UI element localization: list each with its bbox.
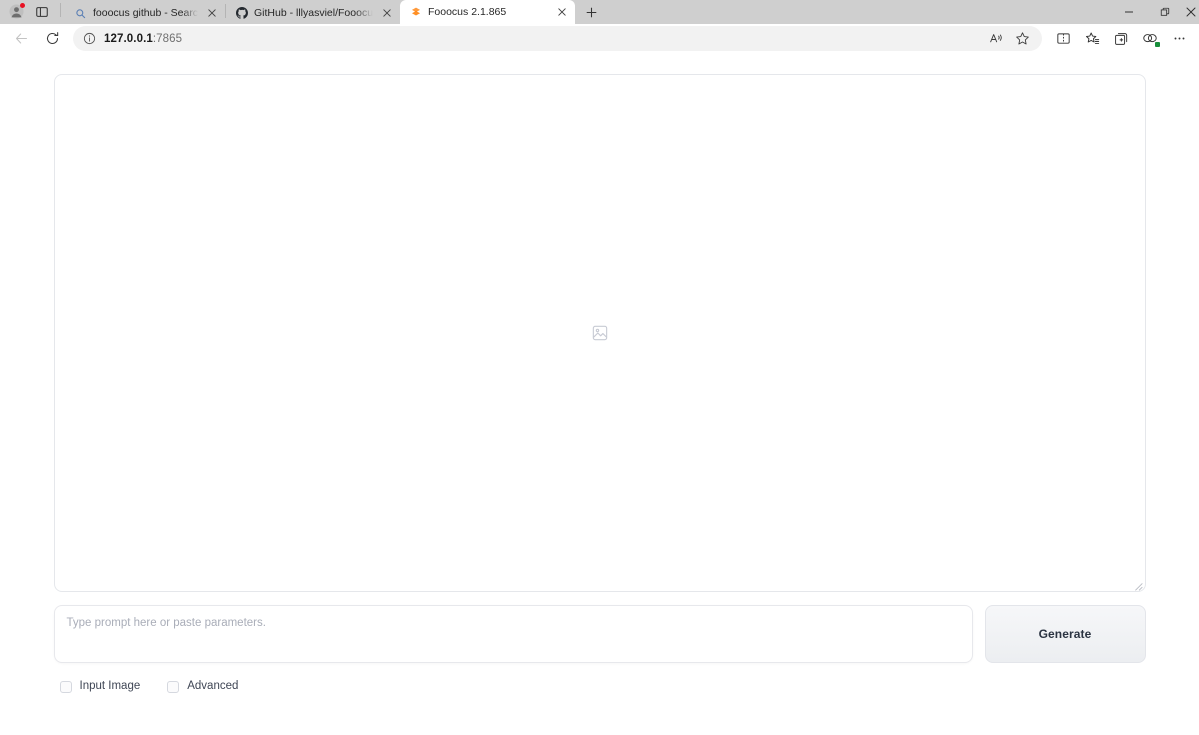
- browser-toolbar: [1049, 26, 1193, 51]
- resize-handle-icon[interactable]: [1132, 578, 1143, 591]
- tab-list: fooocus github - Search GitHub - lllyasv…: [65, 0, 604, 24]
- tab-title: Fooocus 2.1.865: [428, 5, 507, 18]
- image-placeholder-icon: [591, 324, 609, 342]
- close-window-button[interactable]: [1183, 0, 1199, 24]
- tab-title: GitHub - lllyasviel/Fooocus: Focu: [254, 6, 373, 19]
- minimize-button[interactable]: [1111, 0, 1147, 24]
- restore-button[interactable]: [1147, 0, 1183, 24]
- refresh-button[interactable]: [37, 26, 67, 51]
- page-viewport: Type prompt here or paste parameters. Ge…: [0, 53, 1199, 735]
- url-port: :7865: [152, 32, 183, 45]
- generate-button[interactable]: Generate: [984, 605, 1146, 663]
- close-icon[interactable]: [204, 6, 219, 21]
- window-controls: [1111, 0, 1199, 24]
- browser-tab-fooocus[interactable]: Fooocus 2.1.865: [400, 0, 575, 24]
- gradio-container: Type prompt here or paste parameters. Ge…: [53, 74, 1146, 735]
- split-screen-icon[interactable]: [1049, 26, 1077, 51]
- gradio-icon: [409, 6, 422, 19]
- browser-window: fooocus github - Search GitHub - lllyasv…: [0, 0, 1199, 735]
- profile-avatar[interactable]: [4, 1, 28, 23]
- prompt-placeholder: Type prompt here or paste parameters.: [66, 617, 266, 629]
- favorites-icon[interactable]: [1078, 26, 1106, 51]
- checkbox-input-image[interactable]: Input Image: [59, 680, 141, 693]
- notification-dot: [20, 2, 25, 8]
- checkbox-advanced[interactable]: Advanced: [167, 680, 238, 693]
- url-text: 127.0.0.1:7865: [104, 33, 977, 45]
- fooocus-app: Type prompt here or paste parameters. Ge…: [0, 53, 1199, 735]
- back-button[interactable]: [6, 26, 36, 51]
- prompt-row: Type prompt here or paste parameters. Ge…: [53, 605, 1146, 663]
- info-circle-icon[interactable]: [82, 31, 97, 46]
- bing-search-icon: [74, 7, 87, 20]
- copilot-status-badge: [1154, 41, 1161, 48]
- close-icon[interactable]: [379, 6, 394, 21]
- checkbox-label: Advanced: [187, 680, 239, 692]
- browser-tab-search[interactable]: fooocus github - Search: [65, 2, 225, 24]
- checkbox-box[interactable]: [167, 680, 180, 693]
- vertical-tabs-icon[interactable]: [30, 1, 54, 23]
- omnibox-actions: [984, 28, 1034, 50]
- collections-icon[interactable]: [1107, 26, 1135, 51]
- github-icon: [235, 7, 248, 20]
- favorite-star-icon[interactable]: [1010, 28, 1034, 50]
- tabstrip-left-controls: [4, 0, 65, 24]
- settings-more-icon[interactable]: [1165, 26, 1193, 51]
- checkbox-box[interactable]: [59, 680, 72, 693]
- read-aloud-icon[interactable]: [984, 28, 1008, 50]
- tabstrip-divider: [60, 3, 61, 17]
- tab-strip: fooocus github - Search GitHub - lllyasv…: [0, 0, 1199, 24]
- tab-title: fooocus github - Search: [93, 6, 198, 19]
- new-tab-button[interactable]: [578, 1, 604, 23]
- options-row: Input Image Advanced: [54, 680, 1146, 693]
- browser-tab-github[interactable]: GitHub - lllyasviel/Fooocus: Focu: [226, 2, 400, 24]
- url-omnibox[interactable]: 127.0.0.1:7865: [73, 26, 1042, 51]
- prompt-input[interactable]: Type prompt here or paste parameters.: [53, 605, 973, 663]
- address-bar: 127.0.0.1:7865: [0, 24, 1199, 53]
- checkbox-label: Input Image: [79, 680, 141, 692]
- output-gallery-panel[interactable]: [53, 74, 1146, 592]
- copilot-icon[interactable]: [1136, 26, 1164, 51]
- url-host: 127.0.0.1: [104, 32, 153, 45]
- close-icon[interactable]: [554, 5, 569, 20]
